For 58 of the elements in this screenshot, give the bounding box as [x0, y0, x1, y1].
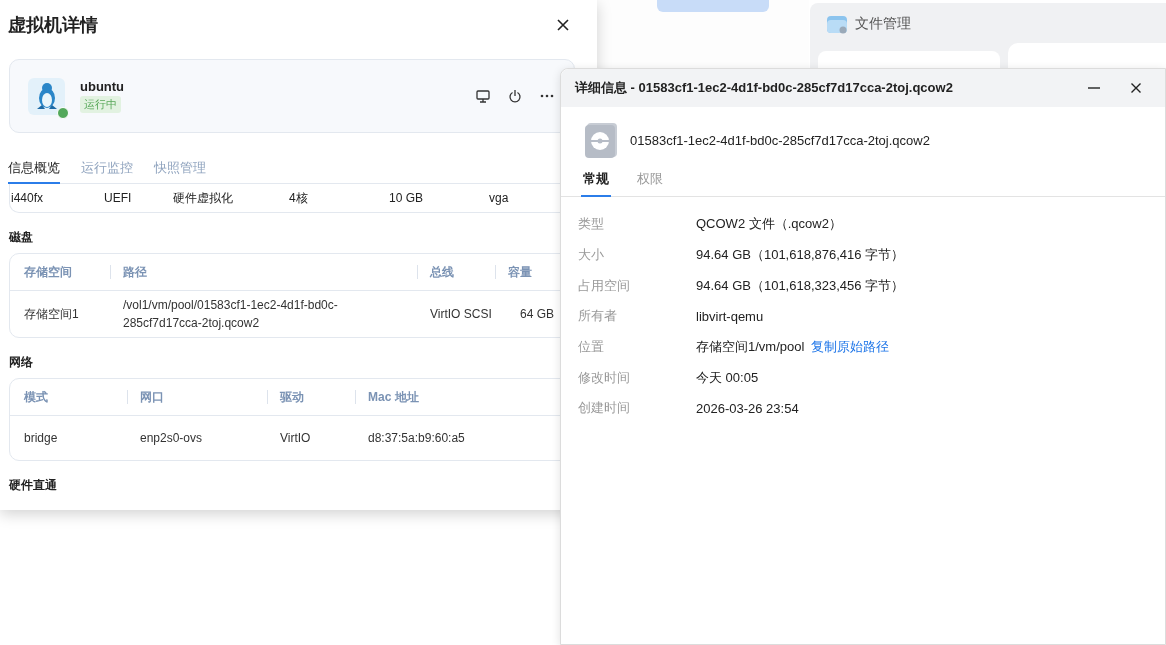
table-cell-text: enp2s0-ovs	[140, 430, 203, 447]
section-heading: 硬件直通	[9, 478, 58, 493]
property-value: QCOW2 文件（.qcow2）	[696, 215, 842, 234]
table-cell-text: 硬件虚拟化	[173, 189, 234, 207]
property-label: 所有者	[578, 307, 618, 326]
table-cell-text: 存储空间1	[24, 306, 79, 323]
property-label: 位置	[578, 338, 605, 357]
table-cell-text: VirtIO	[280, 430, 311, 447]
section-heading: 磁盘	[9, 230, 34, 245]
column-header: 路径	[123, 264, 147, 281]
property-label: 大小	[578, 246, 605, 265]
table-cell-text: d8:37:5a:b9:60:a5	[368, 430, 465, 447]
table-cell-text: VirtIO SCSI	[430, 306, 492, 323]
table-cell-text: bridge	[24, 430, 58, 447]
property-value: 94.64 GB（101,618,323,456 字节）	[696, 276, 905, 295]
table-cell-text: 10 GB	[389, 191, 425, 205]
column-header: 驱动	[280, 389, 304, 406]
column-header: 模式	[24, 389, 48, 406]
property-label: 创建时间	[578, 399, 631, 418]
window-title: 详细信息 - 01583cf1-1ec2-4d1f-bd0c-285cf7d17cca-2toj.qcow2	[575, 79, 954, 97]
property-label: 占用空间	[578, 276, 631, 295]
disc-file-icon	[584, 122, 618, 158]
tab[interactable]: 信息概览	[8, 159, 60, 184]
property-value: 存储空间1/vm/pool	[696, 338, 805, 357]
property-value: 今天 00:05	[696, 368, 759, 387]
tab[interactable]: 快照管理	[154, 159, 206, 184]
dialog-title: 虚拟机详情	[8, 14, 98, 37]
column-header: 总线	[430, 264, 454, 281]
property-value: libvirt-qemu	[696, 308, 764, 324]
monitor-icon[interactable]	[476, 89, 490, 103]
table-cell-text: /vol1/vm/pool/01583cf1-1ec2-4d1f-bd0c-285cf7d17cca-2toj.qcow2	[123, 297, 339, 332]
property-label: 类型	[578, 215, 605, 234]
column-header: 容量	[508, 264, 532, 281]
column-header: 网口	[140, 389, 164, 406]
close-icon[interactable]	[556, 18, 570, 32]
close-icon[interactable]	[1129, 81, 1143, 95]
file-name: 01583cf1-1ec2-4d1f-bd0c-285cf7d17cca-2toj.qcow2	[630, 132, 930, 148]
property-value: 94.64 GB（101,618,876,416 字节）	[696, 246, 905, 265]
column-header: 存储空间	[24, 264, 72, 281]
window-title: 文件管理	[855, 15, 911, 33]
folder-icon	[826, 13, 848, 35]
table-cell: vga	[489, 191, 509, 205]
vm-name: ubuntu	[80, 79, 125, 94]
section-heading: 网络	[9, 355, 34, 370]
table-cell-text: i440fx	[11, 191, 45, 205]
table-cell-text: 64 GB	[520, 306, 555, 323]
table-cell-text: UEFI	[104, 191, 133, 205]
property-label: 修改时间	[578, 368, 631, 387]
power-icon[interactable]	[508, 89, 522, 103]
more-icon[interactable]	[540, 94, 554, 98]
tab[interactable]: 权限	[635, 170, 665, 197]
status-badge: 运行中	[80, 96, 121, 113]
copy-path-link[interactable]: 复制原始路径	[811, 338, 890, 357]
column-header: Mac 地址	[368, 389, 419, 406]
tab[interactable]: 常规	[581, 170, 611, 197]
property-value: 2026-03-26 23:54	[696, 400, 799, 416]
tab[interactable]: 运行监控	[81, 159, 133, 184]
table-cell-text: 4核	[289, 189, 309, 207]
